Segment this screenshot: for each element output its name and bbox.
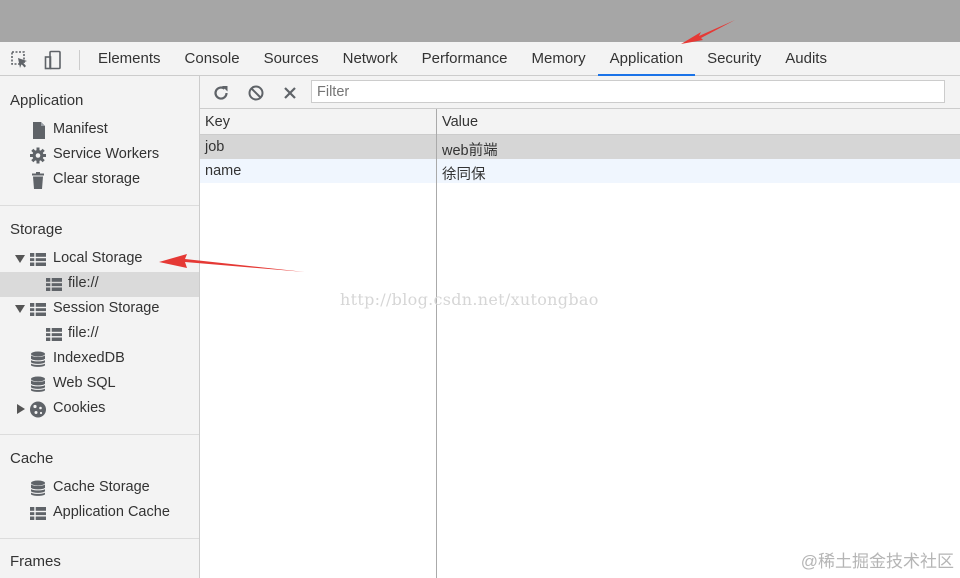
cell-value: 徐同保 [442, 167, 486, 183]
grid-icon [30, 303, 46, 316]
window-top-bar [0, 0, 960, 42]
table-row[interactable]: name 徐同保 [200, 159, 960, 183]
sidebar-item-service-workers[interactable]: Service Workers [0, 143, 199, 168]
toolbar-separator [79, 50, 80, 70]
sidebar-item-label: Clear storage [53, 171, 141, 187]
database-icon [30, 351, 46, 367]
corner-watermark: @稀土掘金技术社区 [800, 552, 954, 571]
sidebar-item-label: Web SQL [53, 375, 116, 391]
sidebar-divider [0, 434, 199, 435]
tab-memory[interactable]: Memory [520, 42, 598, 75]
grid-icon [46, 328, 62, 341]
element-picker-icon[interactable] [10, 50, 30, 70]
storage-view: Key Value job web前端 name 徐同保 http://blog… [200, 76, 960, 578]
section-title-storage: Storage [10, 221, 63, 238]
tab-network[interactable]: Network [331, 42, 410, 75]
sidebar-item-local-storage[interactable]: Local Storage [0, 247, 199, 272]
expand-arrow-icon[interactable] [15, 305, 25, 313]
grid-icon [30, 253, 46, 266]
section-title-frames: Frames [10, 553, 61, 570]
delete-selected-icon[interactable] [280, 83, 300, 103]
table-row[interactable]: job web前端 [200, 135, 960, 159]
tab-elements[interactable]: Elements [86, 42, 173, 75]
document-icon [33, 122, 45, 139]
section-title-cache: Cache [10, 450, 54, 467]
cell-value: web前端 [442, 143, 498, 159]
storage-toolbar [200, 76, 960, 109]
sidebar-item-manifest[interactable]: Manifest [0, 118, 199, 143]
panel-tabs: Elements Console Sources Network Perform… [86, 42, 839, 76]
sidebar-item-label: file:// [68, 275, 99, 291]
tab-application[interactable]: Application [597, 42, 696, 76]
section-title-application: Application [10, 92, 84, 109]
sidebar-item-label: Session Storage [53, 300, 160, 316]
sidebar-item-cache-storage[interactable]: Cache Storage [0, 476, 199, 501]
tab-console[interactable]: Console [173, 42, 252, 75]
tab-performance[interactable]: Performance [410, 42, 520, 75]
sidebar-item-local-storage-file[interactable]: file:// [0, 272, 199, 297]
sidebar-item-clear-storage[interactable]: Clear storage [0, 168, 199, 193]
sidebar-item-label: Application Cache [53, 504, 170, 520]
tab-sources[interactable]: Sources [252, 42, 331, 75]
sidebar-item-session-storage-file[interactable]: file:// [0, 322, 199, 347]
tab-security[interactable]: Security [695, 42, 773, 75]
clear-all-icon[interactable] [246, 83, 266, 103]
sidebar-divider [0, 205, 199, 206]
sidebar-divider [0, 538, 199, 539]
devtools-toolbar: Elements Console Sources Network Perform… [0, 42, 960, 76]
grid-icon [46, 278, 62, 291]
sidebar-item-label: Cookies [53, 400, 106, 416]
sidebar-item-cookies[interactable]: Cookies [0, 397, 199, 422]
sidebar-item-label: Service Workers [53, 146, 160, 162]
cookie-icon [30, 401, 46, 418]
cell-key: name [205, 163, 242, 179]
grid-icon [30, 507, 46, 520]
trash-icon [32, 172, 44, 189]
table-header: Key Value [200, 109, 960, 135]
expand-arrow-icon[interactable] [15, 255, 25, 263]
database-icon [30, 480, 46, 496]
application-sidebar: Application Manifest Service Workers Cle… [0, 76, 200, 578]
device-toolbar-icon[interactable] [44, 50, 64, 70]
gear-icon [30, 147, 46, 164]
expand-arrow-icon[interactable] [17, 404, 25, 414]
column-header-value[interactable]: Value [442, 114, 478, 130]
sidebar-item-application-cache[interactable]: Application Cache [0, 501, 199, 526]
cell-key: job [205, 139, 225, 155]
refresh-icon[interactable] [211, 83, 231, 103]
column-divider[interactable] [436, 109, 437, 578]
column-header-key[interactable]: Key [205, 114, 230, 130]
database-icon [30, 376, 46, 392]
sidebar-item-web-sql[interactable]: Web SQL [0, 372, 199, 397]
sidebar-item-label: Local Storage [53, 250, 143, 266]
sidebar-item-label: file:// [68, 325, 99, 341]
watermark-text: http://blog.csdn.net/xutongbao [340, 290, 599, 309]
sidebar-item-label: IndexedDB [53, 350, 125, 366]
tab-audits[interactable]: Audits [773, 42, 839, 75]
sidebar-item-label: Cache Storage [53, 479, 150, 495]
sidebar-item-indexeddb[interactable]: IndexedDB [0, 347, 199, 372]
sidebar-item-session-storage[interactable]: Session Storage [0, 297, 199, 322]
filter-input[interactable] [311, 80, 945, 103]
sidebar-item-label: Manifest [53, 121, 108, 137]
